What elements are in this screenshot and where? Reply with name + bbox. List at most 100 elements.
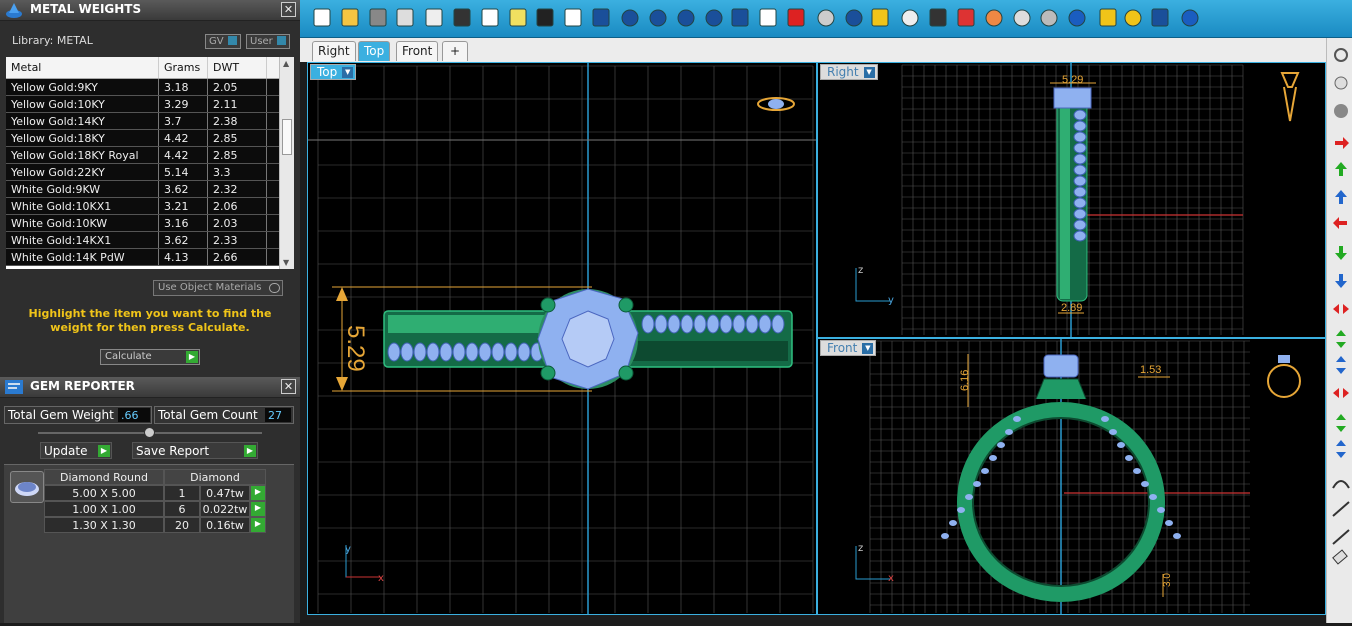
metal-row[interactable]: White Gold:14K PdW 4.13 2.66 bbox=[6, 249, 294, 266]
metal-row[interactable]: Yellow Gold:18KY 4.42 2.85 bbox=[6, 130, 294, 147]
arrow-right-icon[interactable] bbox=[1335, 137, 1349, 149]
arrow-pair-blue-icon[interactable] bbox=[1336, 440, 1346, 458]
col-dwt[interactable]: DWT bbox=[208, 57, 267, 78]
zoom-in-icon[interactable] bbox=[621, 9, 639, 27]
metal-row[interactable]: White Gold:14KX1 3.62 2.33 bbox=[6, 232, 294, 249]
gem-row[interactable]: 5.00 X 5.00 1 0.47tw ▶ bbox=[44, 485, 266, 501]
save-icon[interactable] bbox=[369, 8, 387, 27]
slider-handle[interactable] bbox=[144, 427, 155, 438]
viewport-right-canvas[interactable]: 5.29 2.89 z y bbox=[818, 63, 1326, 338]
sphere-render-icon[interactable] bbox=[1040, 9, 1058, 27]
settings-gear-icon[interactable] bbox=[1124, 9, 1142, 27]
help-icon[interactable] bbox=[1181, 9, 1199, 27]
save-report-button[interactable]: Save Report ▶ bbox=[132, 442, 258, 459]
viewport-top-canvas[interactable]: 5.29 y x bbox=[308, 63, 817, 615]
arrow-up-icon[interactable] bbox=[1335, 162, 1347, 176]
viewport-front-label[interactable]: Front ▼ bbox=[820, 340, 877, 356]
car-icon[interactable] bbox=[787, 8, 805, 27]
metal-row[interactable]: Yellow Gold:18KY Royal 4.42 2.85 bbox=[6, 147, 294, 164]
color-wheel-icon[interactable] bbox=[985, 9, 1003, 27]
eye-icon[interactable] bbox=[817, 9, 835, 27]
book-icon[interactable] bbox=[957, 8, 975, 27]
move-icon[interactable] bbox=[592, 8, 610, 27]
open-icon[interactable] bbox=[341, 8, 359, 27]
tab-front[interactable]: Front bbox=[396, 41, 439, 61]
calculate-button[interactable]: Calculate ▶ bbox=[100, 349, 200, 365]
toggle-gv[interactable]: GV bbox=[205, 34, 241, 49]
close-metal-panel-icon[interactable]: ✕ bbox=[281, 2, 296, 17]
target-icon[interactable] bbox=[845, 9, 863, 27]
viewport-top[interactable]: 5.29 y x Top ▼ bbox=[307, 62, 817, 615]
gem-detail-button[interactable]: ▶ bbox=[250, 517, 266, 533]
scroll-up-icon[interactable]: ▲ bbox=[283, 59, 289, 68]
metal-row[interactable]: White Gold:9KW 3.62 2.32 bbox=[6, 181, 294, 198]
metal-row[interactable]: White Gold:10KW 3.16 2.03 bbox=[6, 215, 294, 232]
arrow-up-down-icon[interactable] bbox=[1336, 330, 1346, 348]
zoom-extents-icon[interactable] bbox=[677, 9, 695, 27]
cut-icon[interactable] bbox=[453, 8, 471, 27]
viewport-front-canvas[interactable]: 6.16 1.53 3.0 z x bbox=[818, 339, 1326, 615]
export-icon[interactable] bbox=[425, 8, 443, 27]
nav-ring-front-icon[interactable] bbox=[1267, 364, 1301, 398]
arrow-left-right-icon[interactable] bbox=[1333, 304, 1349, 314]
copy-icon[interactable] bbox=[481, 8, 499, 27]
sphere-blue-icon[interactable] bbox=[1068, 9, 1086, 27]
new-icon[interactable] bbox=[313, 8, 331, 27]
tab-top[interactable]: Top bbox=[358, 41, 391, 61]
toggle-user[interactable]: User bbox=[246, 34, 290, 49]
nav-ring-side-icon[interactable] bbox=[1280, 72, 1300, 122]
metal-row[interactable]: Yellow Gold:10KY 3.29 2.11 bbox=[6, 96, 294, 113]
metal-row[interactable]: Yellow Gold:9KY 3.18 2.05 bbox=[6, 79, 294, 96]
metal-row[interactable]: Yellow Gold:22KY 5.14 3.3 bbox=[6, 164, 294, 181]
arrow-down-blue-icon[interactable] bbox=[1335, 274, 1347, 288]
tab-right[interactable]: Right bbox=[312, 41, 356, 61]
arrow-down-icon[interactable] bbox=[1335, 246, 1347, 260]
ring-top-view[interactable] bbox=[383, 288, 793, 390]
scroll-thumb[interactable] bbox=[282, 119, 292, 155]
curve-tool-icon[interactable] bbox=[1332, 480, 1350, 489]
gem-row[interactable]: 1.00 X 1.00 6 0.022tw ▶ bbox=[44, 501, 266, 517]
viewport-right[interactable]: 5.29 2.89 z y Right ▼ bbox=[817, 62, 1326, 338]
paste-icon[interactable] bbox=[509, 8, 527, 27]
settings-gear-icon[interactable] bbox=[1334, 48, 1348, 62]
rotate-view-icon[interactable] bbox=[731, 8, 749, 27]
zoom-window-icon[interactable] bbox=[649, 9, 667, 27]
print-icon[interactable] bbox=[396, 8, 414, 27]
arrow-up-down-blue-icon[interactable] bbox=[1336, 356, 1346, 374]
viewport-top-label[interactable]: Top ▼ bbox=[310, 64, 357, 80]
viewport-front[interactable]: 6.16 1.53 3.0 z x Front ▼ bbox=[817, 338, 1326, 615]
metal-table-scrollbar[interactable]: ▲ ▼ bbox=[279, 57, 294, 269]
lightbulb-icon[interactable] bbox=[1334, 76, 1348, 90]
sphere-shaded-icon[interactable] bbox=[1013, 9, 1031, 27]
close-gem-panel-icon[interactable]: ✕ bbox=[281, 379, 296, 394]
dimension-icon[interactable] bbox=[1151, 8, 1169, 27]
snap-icon[interactable] bbox=[871, 8, 889, 27]
four-views-icon[interactable] bbox=[759, 8, 777, 27]
gem-row[interactable]: 1.30 X 1.30 20 0.16tw ▶ bbox=[44, 517, 266, 533]
arrow-pair-green-icon[interactable] bbox=[1336, 414, 1346, 432]
gem-slider[interactable] bbox=[38, 427, 262, 438]
sphere-icon[interactable] bbox=[1334, 104, 1348, 118]
metal-row[interactable]: White Gold:10KX1 3.21 2.06 bbox=[6, 198, 294, 215]
gem-detail-button[interactable]: ▶ bbox=[250, 485, 266, 501]
pan-icon[interactable] bbox=[564, 8, 582, 27]
gem-detail-button[interactable]: ▶ bbox=[250, 501, 266, 517]
col-grams[interactable]: Grams bbox=[159, 57, 208, 78]
lightbulb-icon[interactable] bbox=[901, 9, 919, 27]
pen-tool-icon[interactable] bbox=[1332, 529, 1350, 545]
arrow-up-blue-icon[interactable] bbox=[1335, 190, 1347, 204]
eraser-icon[interactable] bbox=[1332, 549, 1348, 565]
add-tab-icon[interactable]: + bbox=[442, 41, 468, 61]
pencil-icon[interactable] bbox=[1099, 8, 1117, 27]
zoom-selected-icon[interactable] bbox=[705, 9, 723, 27]
arrow-left-icon[interactable] bbox=[1333, 217, 1347, 229]
metal-row[interactable]: Yellow Gold:14KY 3.7 2.38 bbox=[6, 113, 294, 130]
line-tool-icon[interactable] bbox=[1332, 501, 1350, 517]
update-button[interactable]: Update ▶ bbox=[40, 442, 112, 459]
use-object-materials-toggle[interactable]: Use Object Materials bbox=[153, 280, 283, 296]
viewport-right-label[interactable]: Right ▼ bbox=[820, 64, 878, 80]
metal-table[interactable]: Metal Grams DWT Yellow Gold:9KY 3.18 2.05 Y… bbox=[6, 57, 294, 269]
arrow-pair-right-icon[interactable] bbox=[1333, 388, 1349, 398]
scroll-down-icon[interactable]: ▼ bbox=[283, 258, 289, 267]
col-metal[interactable]: Metal bbox=[6, 57, 159, 78]
